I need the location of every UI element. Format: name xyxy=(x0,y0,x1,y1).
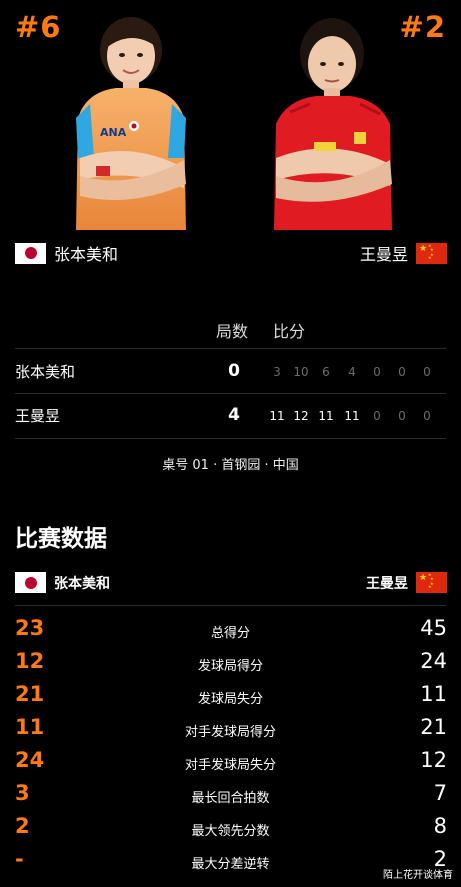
stat-right-value: 45 xyxy=(420,616,447,640)
player1-name: 张本美和 xyxy=(54,245,119,264)
stat-label: 对手发球局失分 xyxy=(184,758,276,773)
set-score: 0 xyxy=(423,409,431,423)
set-score: 3 xyxy=(273,365,281,379)
stat-row: 24 对手发球局失分 12 xyxy=(0,748,461,778)
divider xyxy=(15,393,446,394)
stat-right-value: 8 xyxy=(433,814,447,838)
player1-label: 张本美和 xyxy=(15,241,118,265)
set-score: 11 xyxy=(318,409,334,423)
svg-text:ANA: ANA xyxy=(100,126,127,139)
player1-photo: ANA xyxy=(76,17,186,230)
divider xyxy=(15,438,446,439)
stats-player2-name: 王曼昱 xyxy=(366,575,408,592)
set-score: 0 xyxy=(373,409,381,423)
stat-label: 发球局失分 xyxy=(197,692,263,707)
player2-name: 王曼昱 xyxy=(359,245,408,264)
stats-title: 比赛数据 xyxy=(15,526,107,552)
venue-info: 桌号 01 · 首钢园 · 中国 xyxy=(162,458,299,473)
set-score: 0 xyxy=(398,365,406,379)
set-score: 0 xyxy=(423,365,431,379)
set-score: 11 xyxy=(344,409,360,423)
japan-flag-icon xyxy=(15,572,46,593)
stat-row: 3 最长回合拍数 7 xyxy=(0,781,461,811)
stat-label: 最长回合拍数 xyxy=(191,791,270,806)
player2-rank: #2 xyxy=(399,10,446,44)
stat-row: 21 发球局失分 11 xyxy=(0,682,461,712)
stats-player1-label: 张本美和 xyxy=(15,572,110,593)
watermark: 陌上花开谈体育 xyxy=(383,870,453,881)
stat-row: 11 对手发球局得分 21 xyxy=(0,715,461,745)
set-score: 12 xyxy=(293,409,309,423)
china-flag-icon: ★ ★ ★ ★ ★ xyxy=(416,572,447,593)
sets-header: 比分 xyxy=(273,322,306,341)
divider xyxy=(15,605,446,606)
stat-right-value: 24 xyxy=(420,649,447,673)
set-score: 4 xyxy=(348,365,356,379)
stat-label: 发球局得分 xyxy=(197,659,263,674)
stats-player2-label: 王曼昱 ★ ★ ★ ★ ★ xyxy=(366,572,447,593)
set-score: 0 xyxy=(373,365,381,379)
stat-row: 12 发球局得分 24 xyxy=(0,649,461,679)
set-score: 0 xyxy=(398,409,406,423)
set-score: 11 xyxy=(269,409,285,423)
stat-right-value: 12 xyxy=(420,748,447,772)
score-row-player2-name: 王曼昱 xyxy=(15,407,61,425)
set-score: 10 xyxy=(293,365,309,379)
player2-photo xyxy=(274,18,392,230)
stat-label: 对手发球局得分 xyxy=(184,725,276,740)
stat-row: 2 最大领先分数 8 xyxy=(0,814,461,844)
stat-label: 总得分 xyxy=(210,626,250,641)
divider xyxy=(15,348,446,349)
stat-row: 23 总得分 45 xyxy=(0,616,461,646)
stat-right-value: 21 xyxy=(420,715,447,739)
stat-label: 最大领先分数 xyxy=(191,824,270,839)
china-flag-icon: ★ ★ ★ ★ ★ xyxy=(416,242,447,264)
stat-right-value: 11 xyxy=(420,682,447,706)
score-row-player1-name: 张本美和 xyxy=(15,363,76,381)
stat-right-value: 7 xyxy=(433,781,447,805)
japan-flag-icon xyxy=(15,242,46,264)
stats-player1-name: 张本美和 xyxy=(54,575,110,592)
player2-label: 王曼昱 ★ ★ ★ ★ ★ xyxy=(360,241,447,265)
score-row-player2-games: 4 xyxy=(228,405,240,425)
games-header: 局数 xyxy=(216,322,249,341)
score-row-player1-games: 0 xyxy=(228,361,240,381)
player1-rank: #6 xyxy=(15,10,62,44)
set-score: 6 xyxy=(322,365,330,379)
